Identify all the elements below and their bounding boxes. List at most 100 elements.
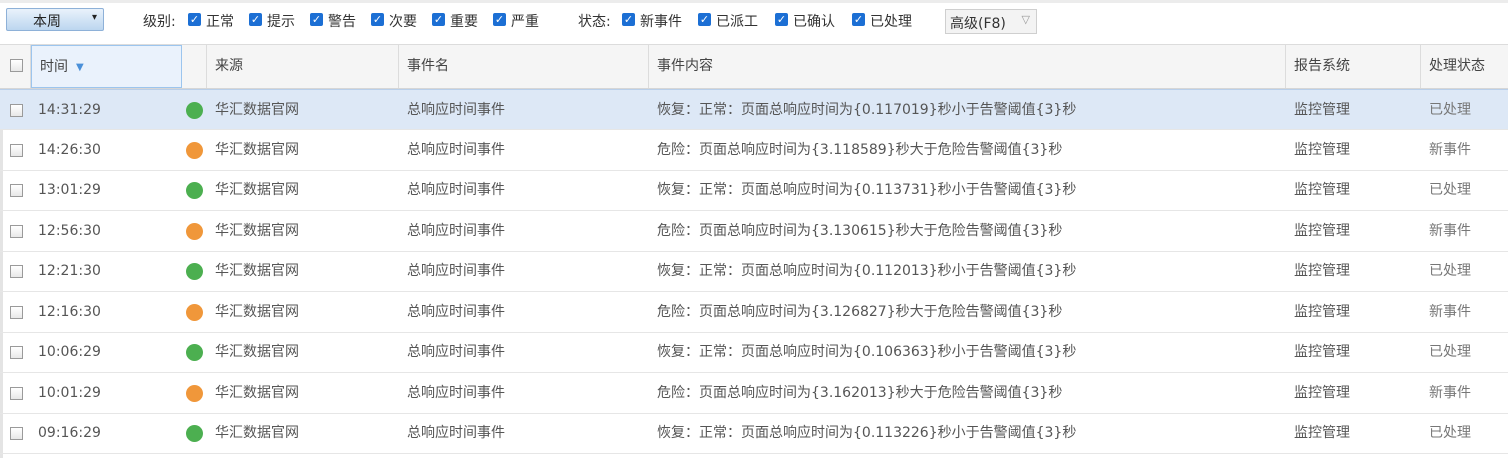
cell-status: 已处理 [1429,425,1471,441]
row-checkbox[interactable] [10,265,23,278]
level-checkbox-major[interactable]: ✓ [432,13,445,26]
header-source[interactable]: 来源 [207,45,399,88]
header-report-system[interactable]: 报告系统 [1286,45,1421,88]
cell-source: 华汇数据官网 [215,102,299,118]
cell-event-name: 总响应时间事件 [407,141,505,158]
cell-event-name: 总响应时间事件 [407,222,505,239]
level-label-warning: 警告 [328,14,356,30]
dropdown-triangle-icon: ▽ [1021,13,1030,26]
advanced-filter-button[interactable]: 高级(F8) ▽ [945,9,1037,34]
cell-status: 已处理 [1429,263,1471,279]
chevron-down-icon: ▾ [91,12,97,23]
advanced-filter-label: 高级(F8) [950,16,1006,32]
header-event-name[interactable]: 事件名 [399,45,649,88]
cell-source: 华汇数据官网 [215,141,299,158]
table-row[interactable]: 12:56:30 华汇数据官网 总响应时间事件 危险：页面总响应时间为{3.13061… [0,211,1508,252]
sort-desc-icon: ▼ [76,62,84,73]
table-row[interactable]: 10:06:29 华汇数据官网 总响应时间事件 恢复：正常：页面总响应时间为{0.10… [0,332,1508,373]
table-row[interactable]: 09:16:29 华汇数据官网 总响应时间事件 恢复：正常：页面总响应时间为{0.11… [0,413,1508,454]
cell-time: 10:01:29 [38,384,101,401]
row-checkbox[interactable] [10,346,23,359]
level-label-minor: 次要 [389,14,417,30]
period-dropdown[interactable]: 本周 ▾ [6,8,104,31]
header-event-name-label: 事件名 [407,58,449,74]
danger-level-dot-icon [186,222,203,240]
header-time[interactable]: 时间 ▼ [31,45,182,88]
cell-source: 华汇数据官网 [215,344,299,360]
row-checkbox[interactable] [10,305,23,319]
row-checkbox[interactable] [10,427,23,440]
cell-time: 13:01:29 [38,182,101,198]
cell-event-content: 恢复：正常：页面总响应时间为{0.117019}秒小于告警阈值{3}秒 [657,102,1077,118]
status-checkbox-handled[interactable]: ✓ [852,13,865,26]
table-row[interactable]: 14:31:29 华汇数据官网 总响应时间事件 恢复：正常：页面总响应时间为{0.11… [0,89,1508,130]
cell-status: 已处理 [1429,182,1471,198]
header-report-system-label: 报告系统 [1294,58,1350,74]
cell-status: 新事件 [1429,384,1471,401]
table-row[interactable]: 12:21:30 华汇数据官网 总响应时间事件 恢复：正常：页面总响应时间为{0.11… [0,251,1508,292]
cell-event-content: 危险：页面总响应时间为{3.118589}秒大于危险告警阈值{3}秒 [657,141,1063,158]
row-checkbox[interactable] [10,224,23,238]
row-checkbox[interactable] [10,184,23,197]
cell-source: 华汇数据官网 [215,222,299,239]
level-checkbox-minor[interactable]: ✓ [371,13,384,26]
header-level-indicator [182,45,207,88]
cell-event-name: 总响应时间事件 [407,102,505,118]
header-status-label: 处理状态 [1429,58,1485,74]
cell-event-content: 恢复：正常：页面总响应时间为{0.112013}秒小于告警阈值{3}秒 [657,263,1077,279]
header-event-content-label: 事件内容 [657,58,713,74]
row-checkbox[interactable] [10,143,23,157]
cell-event-name: 总响应时间事件 [407,182,505,198]
row-checkbox[interactable] [10,386,23,400]
cell-event-content: 恢复：正常：页面总响应时间为{0.113226}秒小于告警阈值{3}秒 [657,425,1077,441]
filter-toolbar: 本周 ▾ 级别: ✓ 正常 ✓ 提示 ✓ 警告 ✓ 次要 ✓ 重要 ✓ 严重 状… [0,0,1508,40]
status-checkbox-confirmed[interactable]: ✓ [775,13,788,26]
table-row[interactable]: 14:26:30 华汇数据官网 总响应时间事件 危险：页面总响应时间为{3.11858… [0,130,1508,171]
status-checkbox-dispatched[interactable]: ✓ [698,13,711,26]
row-checkbox[interactable] [10,104,23,117]
period-label: 本周 [33,14,61,30]
status-label-handled: 已处理 [870,14,912,30]
danger-level-dot-icon [186,303,203,321]
cell-event-name: 总响应时间事件 [407,303,505,320]
level-checkbox-critical[interactable]: ✓ [493,13,506,26]
select-all-checkbox[interactable] [10,59,23,72]
recovered-level-dot-icon [186,425,203,442]
header-event-content[interactable]: 事件内容 [649,45,1286,88]
level-checkbox-normal[interactable]: ✓ [188,13,201,26]
cell-report-system: 监控管理 [1294,182,1350,198]
cell-report-system: 监控管理 [1294,303,1350,320]
cell-source: 华汇数据官网 [215,182,299,198]
level-label-major: 重要 [450,14,478,30]
cell-report-system: 监控管理 [1294,344,1350,360]
level-checkbox-info[interactable]: ✓ [249,13,262,26]
table-row[interactable]: 12:16:30 华汇数据官网 总响应时间事件 危险：页面总响应时间为{3.12682… [0,292,1508,333]
status-checkbox-new[interactable]: ✓ [622,13,635,26]
cell-time: 12:56:30 [38,222,101,239]
cell-event-content: 恢复：正常：页面总响应时间为{0.113731}秒小于告警阈值{3}秒 [657,182,1077,198]
danger-level-dot-icon [186,384,203,402]
cell-time: 14:31:29 [38,102,101,118]
cell-event-name: 总响应时间事件 [407,344,505,360]
cell-source: 华汇数据官网 [215,384,299,401]
cell-time: 14:26:30 [38,141,101,158]
table-row[interactable]: 13:01:29 华汇数据官网 总响应时间事件 恢复：正常：页面总响应时间为{0.11… [0,170,1508,211]
cell-event-content: 危险：页面总响应时间为{3.162013}秒大于危险告警阈值{3}秒 [657,384,1063,401]
recovered-level-dot-icon [186,263,203,280]
header-select-all-cell [0,45,31,88]
table-row[interactable]: 10:01:29 华汇数据官网 总响应时间事件 危险：页面总响应时间为{3.16201… [0,373,1508,414]
cell-report-system: 监控管理 [1294,141,1350,158]
status-filter-label: 状态: [578,14,611,30]
cell-report-system: 监控管理 [1294,102,1350,118]
status-label-new: 新事件 [640,14,682,30]
cell-event-name: 总响应时间事件 [407,384,505,401]
cell-report-system: 监控管理 [1294,222,1350,239]
cell-report-system: 监控管理 [1294,384,1350,401]
recovered-level-dot-icon [186,102,203,119]
status-label-confirmed: 已确认 [793,14,835,30]
level-checkbox-warning[interactable]: ✓ [310,13,323,26]
header-source-label: 来源 [215,58,243,74]
header-status[interactable]: 处理状态 [1421,45,1508,88]
cell-event-content: 危险：页面总响应时间为{3.130615}秒大于危险告警阈值{3}秒 [657,222,1063,239]
cell-status: 已处理 [1429,344,1471,360]
